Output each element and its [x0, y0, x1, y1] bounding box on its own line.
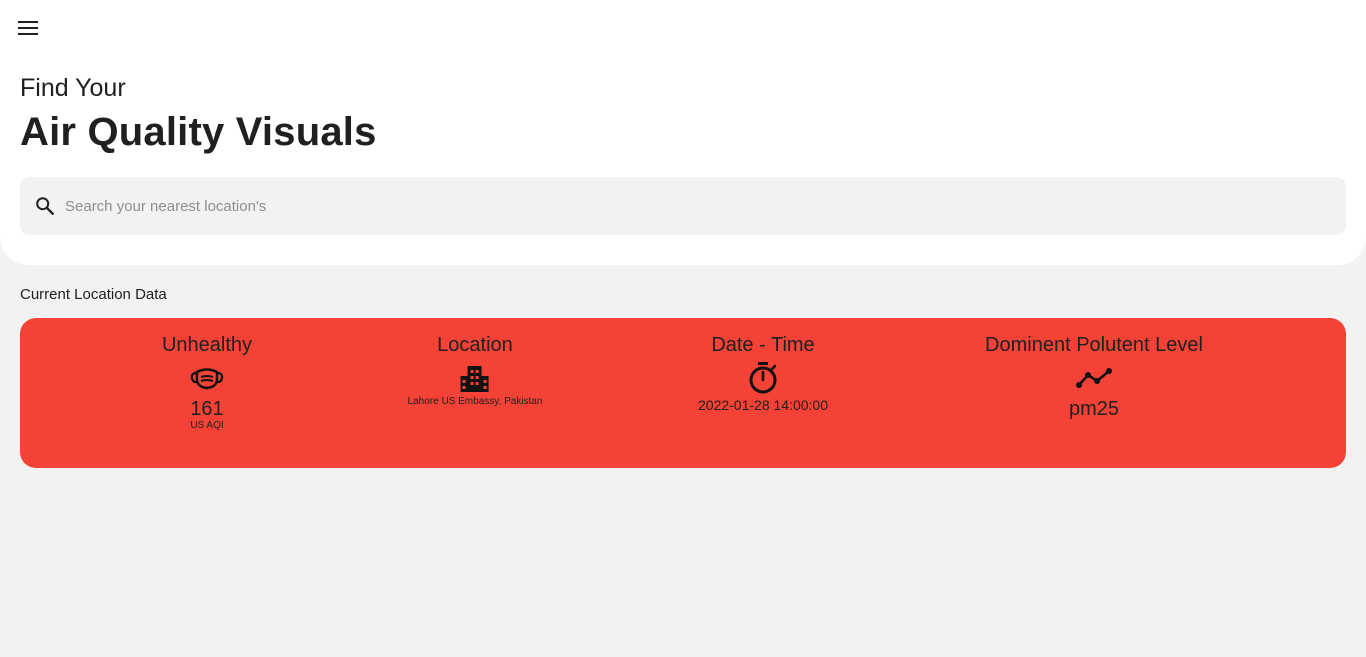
mask-icon	[190, 362, 224, 394]
stopwatch-icon	[747, 362, 779, 394]
current-location-card: Unhealthy 161 US AQI Location Lahore US …	[20, 318, 1346, 468]
aqi-column: Unhealthy 161 US AQI	[162, 332, 252, 432]
page-title: Air Quality Visuals	[20, 110, 377, 154]
aqi-status: Unhealthy	[161, 334, 253, 356]
pollutant-heading: Dominent Polutent Level	[985, 334, 1203, 356]
location-value: Lahore US Embassy, Pakistan	[407, 396, 543, 407]
search-bar[interactable]	[20, 177, 1346, 235]
search-input[interactable]	[65, 177, 1325, 235]
section-label: Current Location Data	[20, 286, 167, 303]
aqi-value: 161	[190, 398, 224, 420]
pollutant-column: Dominent Polutent Level pm25	[985, 332, 1203, 420]
location-heading: Location	[437, 334, 513, 356]
pollutant-value: pm25	[1068, 398, 1120, 420]
search-icon[interactable]	[34, 195, 56, 217]
datetime-column: Date - Time 2022-01-28 14:00:00	[698, 332, 828, 414]
datetime-heading: Date - Time	[711, 334, 815, 356]
header-panel: Find Your Air Quality Visuals	[0, 0, 1366, 265]
datetime-value: 2022-01-28 14:00:00	[698, 397, 828, 413]
trend-line-icon	[1075, 362, 1113, 394]
city-building-icon	[459, 362, 491, 394]
menu-icon[interactable]	[16, 16, 40, 40]
location-column: Location Lahore US Embassy, Pakistan	[408, 332, 543, 408]
page-subtitle: Find Your	[20, 74, 126, 102]
aqi-unit: US AQI	[190, 420, 224, 431]
